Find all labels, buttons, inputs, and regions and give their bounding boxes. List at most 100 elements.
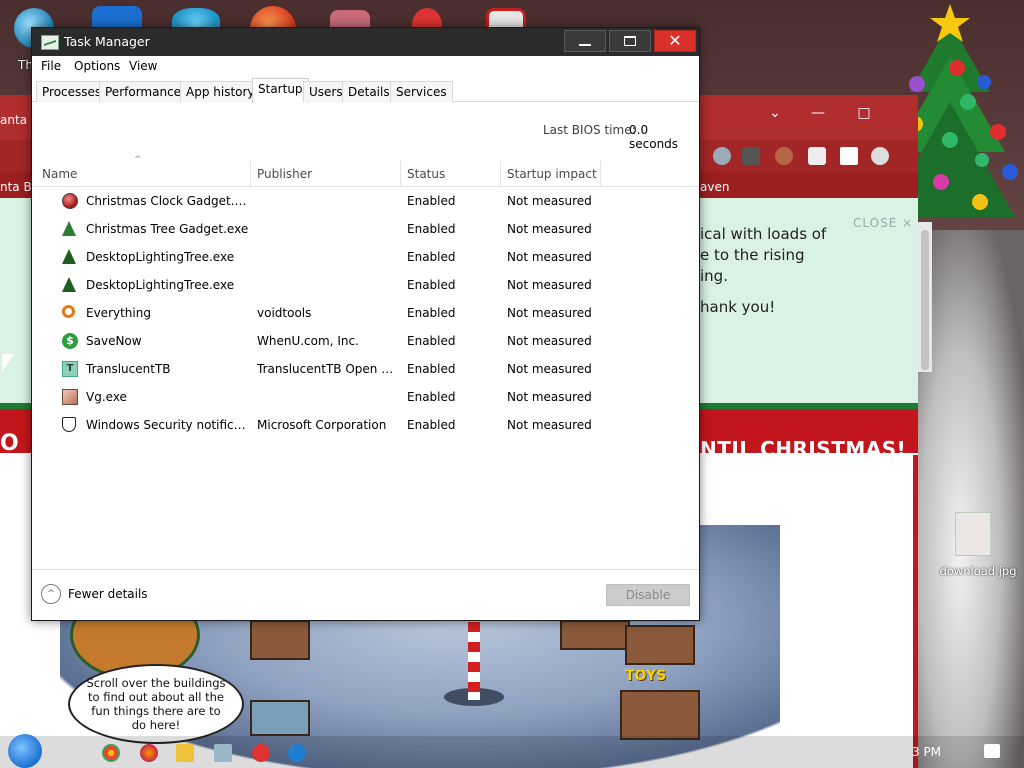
maximize-button[interactable] [609,30,651,52]
row-publisher: TranslucentTB Open Sou... [257,362,397,376]
notifications-icon[interactable] [984,744,1000,758]
notice-line-1: ical with loads of [700,225,827,243]
disable-button[interactable]: Disable [606,584,690,606]
row-impact: Not measured [507,278,592,292]
column-header-publisher[interactable]: Publisher [257,167,312,181]
close-icon: ✕ [668,31,682,50]
tab-app-history[interactable]: App history [180,81,261,102]
window-title: Task Manager [64,34,150,49]
table-row[interactable]: Windows Security notificati... Microsoft… [32,411,699,439]
sidepanel-icon[interactable] [840,147,858,165]
extension-avatar-icon[interactable] [775,147,793,165]
download-file-icon[interactable] [955,512,991,556]
row-status: Enabled [407,418,456,432]
dollar-icon: $ [62,333,78,349]
taskbar-app-icon[interactable] [252,744,270,762]
tab-performance[interactable]: Performance [99,81,188,102]
browser-scrollbar-thumb[interactable] [921,230,929,370]
translucenttb-icon: T [62,361,78,377]
speech-bubble: Scroll over the buildings to find out ab… [68,664,244,744]
fewer-details-link[interactable]: Fewer details [68,587,148,601]
browser-dropdown-icon[interactable]: ⌄ [757,101,793,125]
row-impact: Not measured [507,222,592,236]
column-separator[interactable] [500,161,501,187]
row-status: Enabled [407,362,456,376]
tree-icon [62,221,76,236]
download-file-label[interactable]: download.jpg [938,564,1018,578]
taskbar-clock[interactable]: 3 PM [912,745,941,759]
notice-line-3: ing. [700,267,728,285]
row-name: Vg.exe [86,390,127,404]
teamviewer-taskbar-icon[interactable] [288,744,306,762]
extensions-puzzle-icon[interactable] [808,147,826,165]
menu-options[interactable]: Options [74,59,120,73]
extension-flag-icon[interactable] [713,147,731,165]
row-impact: Not measured [507,334,592,348]
table-row[interactable]: Vg.exe Enabled Not measured [32,383,699,411]
menu-view[interactable]: View [129,59,157,73]
column-separator[interactable] [600,161,601,187]
minimize-button[interactable] [564,30,606,52]
mouse-cursor-icon [2,354,14,372]
start-button[interactable] [8,734,42,768]
column-separator[interactable] [250,161,251,187]
photo-icon [62,389,78,405]
row-publisher: Microsoft Corporation [257,418,387,432]
titlebar[interactable]: Task Manager ✕ [32,28,699,56]
countdown-left-fragment: O [0,431,19,456]
village-building[interactable] [250,700,310,736]
toy-shop-building[interactable] [620,690,700,740]
notice-line-2: e to the rising [700,246,805,264]
row-impact: Not measured [507,390,592,404]
column-headers: ^ Name Publisher Status Startup impact [32,155,699,187]
table-row[interactable]: DesktopLightingTree.exe Enabled Not meas… [32,271,699,299]
tab-processes[interactable]: Processes [36,81,108,102]
taskbar-app-icon[interactable] [214,744,232,762]
table-row[interactable]: $ SaveNow WhenU.com, Inc. Enabled Not me… [32,327,699,355]
file-explorer-taskbar-icon[interactable] [176,744,194,762]
tab-details[interactable]: Details [342,81,396,102]
column-header-startup-impact[interactable]: Startup impact [507,167,597,181]
chrome-taskbar-icon[interactable] [102,744,120,762]
village-building[interactable] [625,625,695,665]
shield-icon [62,417,76,432]
tab-startup[interactable]: Startup [252,78,309,103]
notice-close-button[interactable]: CLOSE × [853,216,913,230]
row-name: DesktopLightingTree.exe [86,278,235,292]
bios-time-label: Last BIOS time: [543,123,636,137]
column-header-name[interactable]: Name [42,167,77,181]
maximize-icon [624,36,636,46]
row-publisher: voidtools [257,306,312,320]
row-status: Enabled [407,278,456,292]
menu-file[interactable]: File [41,59,61,73]
north-pole[interactable] [468,622,480,700]
profile-icon[interactable] [871,147,889,165]
table-row[interactable]: T TranslucentTB TranslucentTB Open Sou..… [32,355,699,383]
bookmark-item-raven[interactable]: aven [700,180,729,194]
browser-maximize-button[interactable]: □ [846,101,882,125]
table-row[interactable]: Everything voidtools Enabled Not measure… [32,299,699,327]
table-row[interactable]: Christmas Tree Gadget.exe Enabled Not me… [32,215,699,243]
village-building[interactable] [250,620,310,660]
column-separator[interactable] [400,161,401,187]
table-row[interactable]: DesktopLightingTree.exe Enabled Not meas… [32,243,699,271]
village-building[interactable] [560,620,630,650]
row-status: Enabled [407,390,456,404]
tab-services[interactable]: Services [390,81,453,102]
menu-bar: File Options View [32,56,699,78]
row-impact: Not measured [507,306,592,320]
ornament-icon [62,193,78,209]
extension-s-icon[interactable] [742,147,760,165]
chevron-up-icon[interactable]: ^ [41,584,61,604]
browser-minimize-button[interactable]: — [800,101,836,125]
row-name: SaveNow [86,334,142,348]
row-status: Enabled [407,194,456,208]
tree-icon [62,277,76,292]
close-button[interactable]: ✕ [654,30,696,52]
firefox-taskbar-icon[interactable] [140,744,158,762]
toys-sign[interactable]: TOYS [625,668,666,684]
row-name: Christmas Clock Gadget.exe [86,194,252,208]
table-row[interactable]: Christmas Clock Gadget.exe Enabled Not m… [32,187,699,215]
column-header-status[interactable]: Status [407,167,445,181]
row-name: Everything [86,306,151,320]
